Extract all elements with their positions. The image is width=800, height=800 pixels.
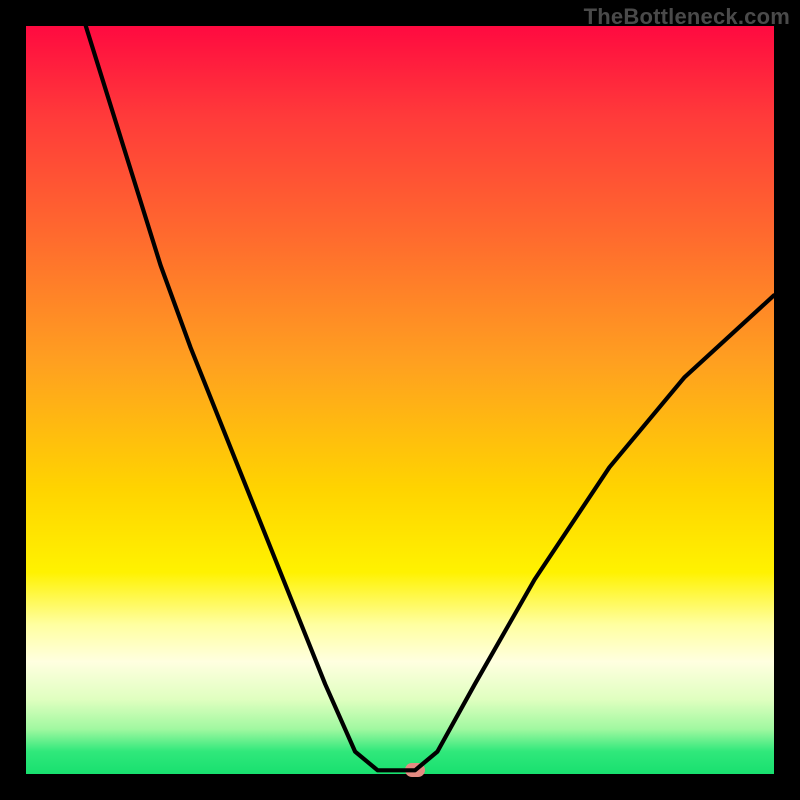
bottleneck-curve — [26, 26, 774, 774]
chart-container: TheBottleneck.com — [0, 0, 800, 800]
plot-area — [26, 26, 774, 774]
curve-path — [86, 26, 774, 770]
watermark-text: TheBottleneck.com — [584, 4, 790, 30]
